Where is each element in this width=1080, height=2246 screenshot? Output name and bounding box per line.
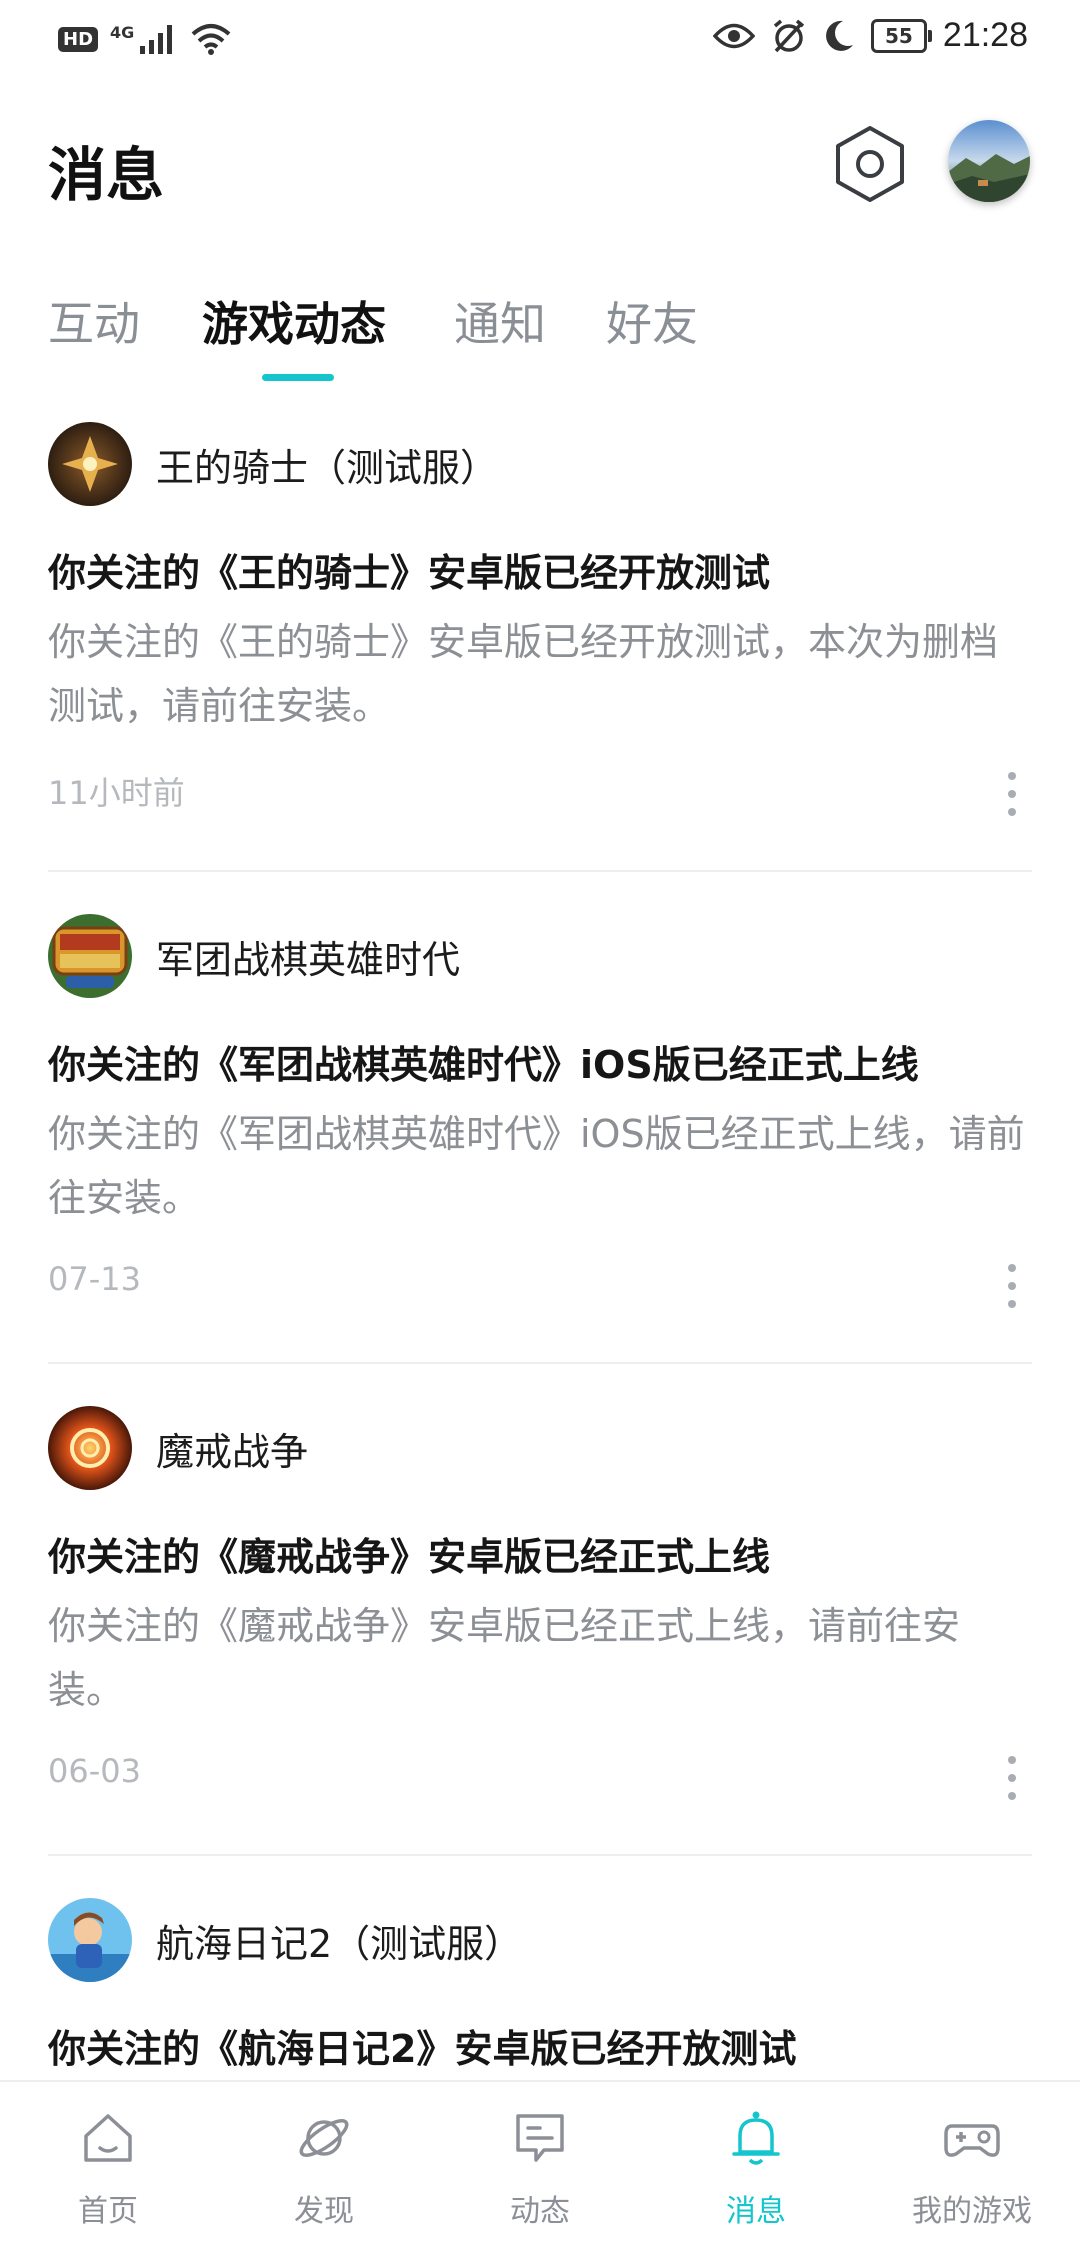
nav-my-games[interactable]: 我的游戏 [864,2082,1080,2246]
more-options-icon[interactable] [1004,1264,1020,1308]
nav-discover-label: 发现 [294,2194,354,2229]
battery-indicator: 55 [870,18,932,53]
nav-feed[interactable]: 动态 [432,2082,648,2246]
game-name[interactable]: 军团战棋英雄时代 [156,929,460,984]
magic-ring-icon[interactable] [48,1406,132,1490]
home-icon [84,2114,132,2162]
nav-home-label: 首页 [78,2194,138,2229]
news-body: 你关注的《军团战棋英雄时代》iOS版已经正式上线，请前往安装。 [48,1112,1025,1220]
nav-discover[interactable]: 发现 [216,2082,432,2246]
user-avatar[interactable] [948,120,1030,202]
gamepad-icon [944,2124,1000,2157]
tab-game-news[interactable]: 游戏动态 [202,288,386,354]
timestamp: 06-03 [48,1752,141,1790]
divider [48,870,1032,872]
news-title: 你关注的《航海日记2》安卓版已经开放测试 [48,2027,797,2071]
signal-icon [140,25,173,54]
page-title: 消息 [48,141,165,209]
active-tab-indicator [262,374,334,381]
more-options-icon[interactable] [1004,772,1020,816]
news-body: 你关注的《魔戒战争》安卓版已经正式上线，请前往安装。 [48,1604,961,1712]
eye-icon [712,23,755,48]
legion-chess-icon[interactable] [48,914,132,998]
alarm-off-icon [773,19,805,52]
sailing-diary-icon[interactable] [48,1898,132,1982]
chat-bubble-icon [516,2114,564,2162]
wifi-icon [191,24,231,55]
tab-friends[interactable]: 好友 [606,288,698,354]
network-type: 4G [110,22,135,42]
bottom-navigation: 首页 发现 动态 消息 我的游戏 [0,2080,1080,2246]
settings-button[interactable] [832,124,908,204]
bell-icon [732,2111,780,2165]
divider [48,1362,1032,1364]
tab-notifications[interactable]: 通知 [454,288,546,354]
divider [48,1854,1032,1856]
game-name[interactable]: 航海日记2（测试服） [156,1913,522,1968]
clock: 21:28 [942,16,1028,54]
status-bar: HD 4G 55 21:28 [0,0,1080,80]
nav-messages-label: 消息 [726,2194,786,2229]
nav-my-games-label: 我的游戏 [912,2194,1032,2229]
game-name[interactable]: 王的骑士（测试服） [156,437,498,492]
tab-interaction[interactable]: 互动 [48,288,140,354]
game-name[interactable]: 魔戒战争 [156,1421,308,1476]
timestamp: 11小时前 [48,774,185,812]
nav-messages[interactable]: 消息 [648,2082,864,2246]
hd-badge: HD [58,26,99,52]
news-title: 你关注的《魔戒战争》安卓版已经正式上线 [48,1535,771,1579]
moon-icon [825,20,853,51]
gear-icon [836,126,904,202]
knight-emblem-icon[interactable] [48,422,132,506]
more-options-icon[interactable] [1004,1756,1020,1800]
news-title: 你关注的《军团战棋英雄时代》iOS版已经正式上线 [48,1043,919,1087]
news-body: 你关注的《王的骑士》安卓版已经开放测试，本次为删档测试，请前往安装。 [48,620,999,728]
planet-icon [299,2119,349,2157]
landscape-avatar-image [948,120,1030,202]
timestamp: 07-13 [48,1260,141,1298]
nav-home[interactable]: 首页 [0,2082,216,2246]
news-title: 你关注的《王的骑士》安卓版已经开放测试 [48,551,771,595]
nav-feed-label: 动态 [510,2194,570,2229]
